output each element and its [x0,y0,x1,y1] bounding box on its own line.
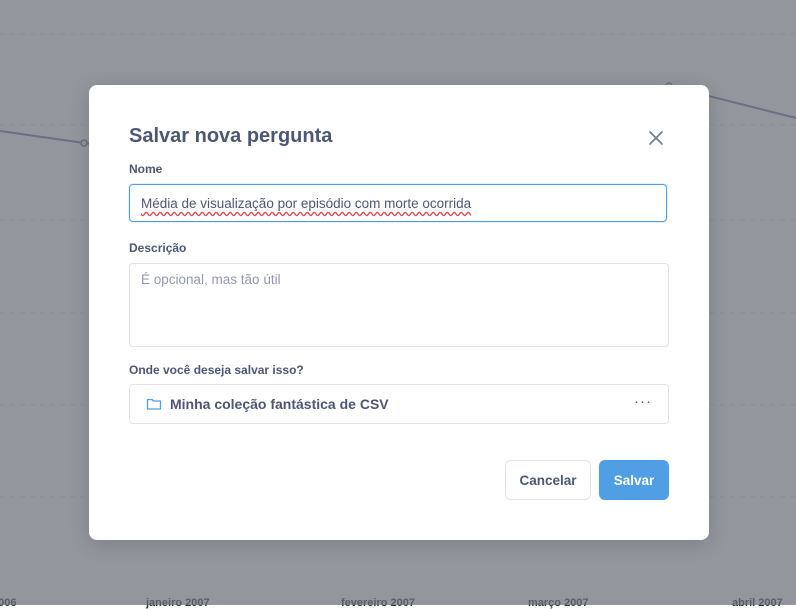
save-button[interactable]: Salvar [599,460,669,500]
modal-title: Salvar nova pergunta [129,125,333,147]
collection-picker[interactable]: Minha coleção fantástica de CSV ··· [129,384,669,424]
collection-name: Minha coleção fantástica de CSV [170,396,389,412]
name-label: Nome [129,162,163,176]
description-textarea[interactable]: É opcional, mas tão útil [129,263,669,347]
cancel-button[interactable]: Cancelar [505,460,591,500]
collection-label: Onde você deseja salvar isso? [129,363,304,377]
description-label: Descrição [129,241,187,255]
name-input[interactable]: Média de visualização por episódio com m… [129,184,667,222]
folder-icon [146,396,162,417]
more-icon[interactable]: ··· [634,393,652,410]
close-icon[interactable] [648,130,664,146]
save-question-modal: Salvar nova pergunta Nome Média de visua… [89,85,709,540]
